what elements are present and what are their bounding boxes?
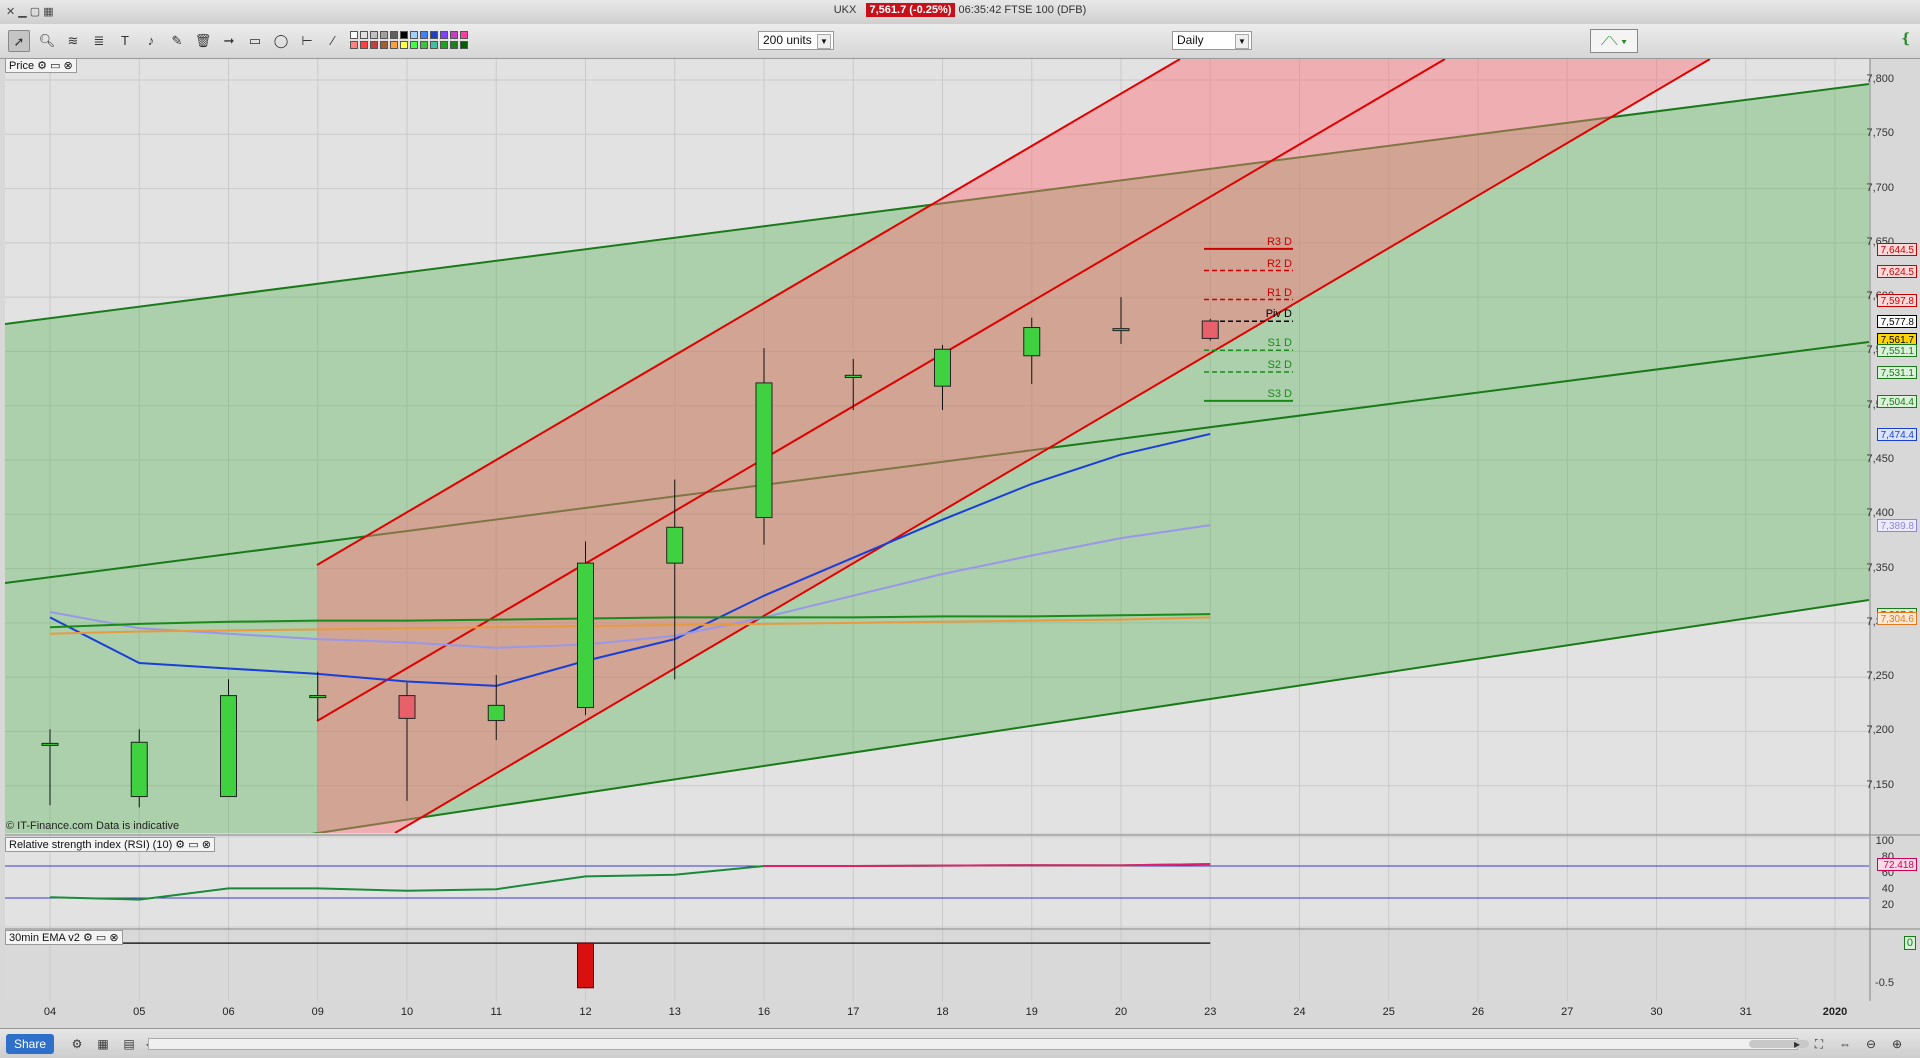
rsi-panel-bg bbox=[5, 838, 1869, 926]
close-icon[interactable]: ⊗ bbox=[64, 60, 73, 72]
price-axis-tick: 7,150 bbox=[1866, 778, 1894, 791]
candle-body bbox=[1201, 320, 1219, 339]
date-axis-tick: 31 bbox=[1739, 1006, 1752, 1018]
candle-body bbox=[220, 695, 237, 798]
price-axis-tick: 7,450 bbox=[1866, 452, 1894, 465]
bottom-toolbar: Share ⚙ ▦ ▤ ◂ ▸ ⛶ ⇔ ⊖ ⊕ bbox=[0, 1028, 1920, 1058]
reset-zoom-icon[interactable]: ⛶ bbox=[1810, 1035, 1828, 1053]
window-icon[interactable]: ▭ bbox=[50, 60, 60, 72]
candle-body bbox=[1023, 327, 1041, 357]
close-icon[interactable]: ⊗ bbox=[109, 932, 118, 944]
date-axis-tick: 06 bbox=[222, 1006, 235, 1018]
wrench-icon[interactable]: ⚙ bbox=[175, 839, 185, 851]
pivot-label: R2 D bbox=[1266, 257, 1292, 270]
price-axis-tick: 7,350 bbox=[1866, 561, 1894, 574]
window-icon[interactable]: ▭ bbox=[96, 932, 106, 944]
rsi-panel-label: Relative strength index (RSI) (10) ⚙ ▭ ⊗ bbox=[5, 837, 215, 852]
candle-body bbox=[41, 742, 59, 746]
pivot-label: R3 D bbox=[1266, 235, 1292, 248]
share-label: Share bbox=[14, 1037, 47, 1051]
scroll-right-icon[interactable]: ▸ bbox=[1792, 1035, 1802, 1053]
price-axis-tick: 7,200 bbox=[1866, 724, 1894, 737]
settings-icon[interactable]: ⚙ bbox=[68, 1035, 86, 1053]
pivot-label: S2 D bbox=[1267, 358, 1292, 371]
candle-body bbox=[398, 695, 416, 719]
date-axis-tick: 20 bbox=[1114, 1006, 1128, 1018]
date-axis-tick: 17 bbox=[847, 1006, 860, 1018]
price-tag: 7,644.5 bbox=[1877, 242, 1917, 256]
date-axis-tick: 18 bbox=[936, 1006, 949, 1018]
date-axis-tick: 09 bbox=[311, 1006, 324, 1018]
pivot-label: R1 D bbox=[1266, 286, 1292, 299]
rsi-axis-tick: 20 bbox=[1881, 899, 1894, 911]
pivot-label: Piv D bbox=[1265, 308, 1292, 321]
date-axis-tick: 16 bbox=[757, 1006, 771, 1018]
wrench-icon[interactable]: ⚙ bbox=[37, 60, 47, 72]
rsi-axis-tick: 100 bbox=[1875, 835, 1894, 847]
zoom-in-icon[interactable]: ⊕ bbox=[1888, 1035, 1906, 1053]
price-panel-label: Price ⚙ ▭ ⊗ bbox=[5, 58, 77, 73]
price-tag: 7,597.8 bbox=[1877, 293, 1917, 307]
date-axis-tick: 05 bbox=[133, 1006, 146, 1018]
candle-body bbox=[130, 741, 148, 798]
candle-body bbox=[487, 704, 505, 722]
candle-body bbox=[755, 382, 773, 519]
pivot-label: S3 D bbox=[1267, 387, 1292, 400]
price-axis-tick: 7,250 bbox=[1866, 670, 1894, 683]
horizontal-scrollbar[interactable] bbox=[148, 1038, 1809, 1050]
date-axis-tick: 11 bbox=[490, 1006, 502, 1018]
copyright-notice: © IT-Finance.com Data is indicative bbox=[6, 820, 180, 832]
candle-body bbox=[309, 695, 327, 699]
layout-icon[interactable]: ▦ bbox=[94, 1035, 112, 1053]
candle-body bbox=[1112, 328, 1130, 332]
candle-body bbox=[934, 348, 951, 387]
ema-panel-title: 30min EMA v2 bbox=[9, 932, 80, 944]
price-tag: 7,474.4 bbox=[1877, 427, 1917, 441]
wrench-icon[interactable]: ⚙ bbox=[83, 932, 93, 944]
price-tag: 7,624.5 bbox=[1877, 264, 1917, 278]
date-axis-tick: 24 bbox=[1293, 1006, 1306, 1018]
price-tag: 7,389.8 bbox=[1877, 519, 1917, 533]
price-tag: 7,531.1 bbox=[1877, 365, 1917, 379]
date-axis-tick: 2020 bbox=[1822, 1006, 1848, 1018]
fit-icon[interactable]: ⇔ bbox=[1836, 1035, 1854, 1053]
rsi-panel-title: Relative strength index (RSI) (10) bbox=[9, 839, 173, 851]
price-tag: 7,304.6 bbox=[1877, 611, 1917, 625]
date-axis-tick: 12 bbox=[579, 1006, 592, 1018]
close-icon[interactable]: ⊗ bbox=[202, 839, 211, 851]
price-tag: 7,504.4 bbox=[1877, 394, 1917, 408]
candle-body bbox=[844, 374, 862, 378]
ema-panel-label: 30min EMA v2 ⚙ ▭ ⊗ bbox=[5, 930, 123, 945]
date-axis-tick: 23 bbox=[1204, 1006, 1217, 1018]
date-axis-tick: 04 bbox=[43, 1006, 57, 1018]
price-axis-tick: 7,400 bbox=[1866, 507, 1894, 520]
ema-axis-tick: -0.5 bbox=[1875, 976, 1894, 989]
ema-axis-tick: 0 bbox=[1903, 936, 1916, 951]
candle-body bbox=[577, 562, 594, 709]
pivot-label: S1 D bbox=[1267, 337, 1292, 350]
date-axis-tick: 25 bbox=[1382, 1006, 1395, 1018]
price-tag: 7,551.1 bbox=[1877, 344, 1917, 358]
candle-body bbox=[666, 526, 684, 564]
price-axis-tick: 7,800 bbox=[1866, 73, 1894, 85]
date-axis-tick: 26 bbox=[1471, 1006, 1485, 1018]
zoom-out-icon[interactable]: ⊖ bbox=[1862, 1035, 1880, 1053]
price-axis-tick: 7,750 bbox=[1866, 127, 1894, 140]
date-axis-tick: 13 bbox=[668, 1006, 681, 1018]
date-axis-tick: 10 bbox=[400, 1006, 414, 1018]
date-axis-tick: 27 bbox=[1561, 1006, 1574, 1018]
share-button[interactable]: Share bbox=[6, 1034, 55, 1054]
price-axis-tick: 7,700 bbox=[1866, 181, 1894, 194]
rsi-value-tag: 72.418 bbox=[1877, 858, 1917, 872]
window-icon[interactable]: ▭ bbox=[188, 839, 198, 851]
price-tag: 7,577.8 bbox=[1877, 315, 1917, 329]
date-axis-tick: 30 bbox=[1650, 1006, 1663, 1018]
date-axis-tick: 19 bbox=[1025, 1006, 1038, 1018]
grid-icon[interactable]: ▤ bbox=[120, 1035, 138, 1053]
chart-area[interactable] bbox=[0, 0, 1920, 1004]
rsi-axis-tick: 40 bbox=[1881, 883, 1894, 895]
price-panel-title: Price bbox=[9, 60, 35, 72]
ema-bar bbox=[577, 942, 594, 989]
